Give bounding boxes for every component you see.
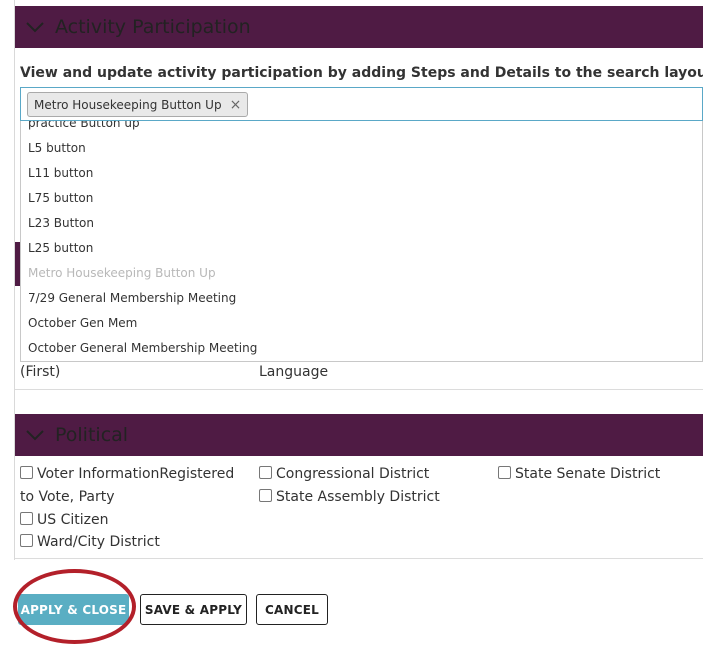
checkbox-label: State Assembly District	[276, 489, 440, 505]
save-apply-button[interactable]: SAVE & APPLY	[140, 594, 247, 625]
selected-tag: Metro Housekeeping Button Up ×	[27, 92, 249, 117]
ward-city-district-checkbox[interactable]: Ward/City District	[20, 531, 160, 554]
dropdown-option[interactable]: L23 Button	[28, 216, 94, 230]
chevron-down-icon[interactable]	[15, 21, 55, 33]
congressional-district-checkbox[interactable]: Congressional District	[259, 463, 429, 486]
activity-dropdown-list[interactable]: practice Button up L5 button L11 button …	[20, 121, 703, 362]
dropdown-option[interactable]: October Gen Mem	[28, 316, 137, 330]
checkbox-label: State Senate District	[515, 466, 661, 482]
dropdown-option[interactable]: L11 button	[28, 166, 93, 180]
description-text: View and update activity participation b…	[20, 64, 703, 81]
political-header[interactable]: Political	[15, 414, 703, 456]
section-title: Activity Participation	[55, 16, 251, 38]
activity-description: View and update activity participation b…	[20, 63, 703, 82]
checkbox-label: Voter InformationRegistered	[37, 466, 235, 482]
checkbox-label: Ward/City District	[37, 534, 160, 550]
section-title: Political	[55, 424, 129, 446]
activity-participation-header[interactable]: Activity Participation	[15, 6, 703, 48]
checkbox[interactable]	[498, 466, 511, 479]
dropdown-option[interactable]: L25 button	[28, 241, 93, 255]
section-divider	[15, 558, 703, 559]
close-icon[interactable]: ×	[230, 97, 242, 113]
section-divider	[15, 389, 703, 390]
dropdown-option[interactable]: L5 button	[28, 141, 86, 155]
dropdown-option[interactable]: L75 button	[28, 191, 93, 205]
us-citizen-checkbox[interactable]: US Citizen	[20, 509, 108, 532]
checkbox[interactable]	[259, 489, 272, 502]
checkbox[interactable]	[20, 512, 33, 525]
voter-information-label-cont: to Vote, Party	[20, 489, 115, 505]
activity-multiselect-input[interactable]: Metro Housekeeping Button Up ×	[20, 87, 703, 121]
annotation-highlight-ring	[13, 569, 136, 644]
chevron-down-icon[interactable]	[15, 429, 55, 441]
checkbox[interactable]	[20, 534, 33, 547]
state-assembly-district-checkbox[interactable]: State Assembly District	[259, 486, 440, 509]
checkbox-label: US Citizen	[37, 512, 109, 528]
voter-information-checkbox[interactable]: Voter InformationRegistered	[20, 463, 234, 486]
checkbox-label: Congressional District	[276, 466, 430, 482]
dropdown-option[interactable]: 7/29 General Membership Meeting	[28, 291, 236, 305]
cancel-button[interactable]: CANCEL	[256, 594, 328, 625]
field-label-first: (First)	[20, 364, 61, 380]
dropdown-option-disabled: Metro Housekeeping Button Up	[28, 266, 216, 280]
state-senate-district-checkbox[interactable]: State Senate District	[498, 463, 660, 486]
checkbox[interactable]	[259, 466, 272, 479]
selected-tag-label: Metro Housekeeping Button Up	[34, 97, 222, 112]
field-label-language: Language	[259, 364, 329, 380]
dropdown-option[interactable]: October General Membership Meeting	[28, 341, 257, 355]
checkbox[interactable]	[20, 466, 33, 479]
dropdown-option[interactable]: practice Button up	[28, 121, 140, 130]
